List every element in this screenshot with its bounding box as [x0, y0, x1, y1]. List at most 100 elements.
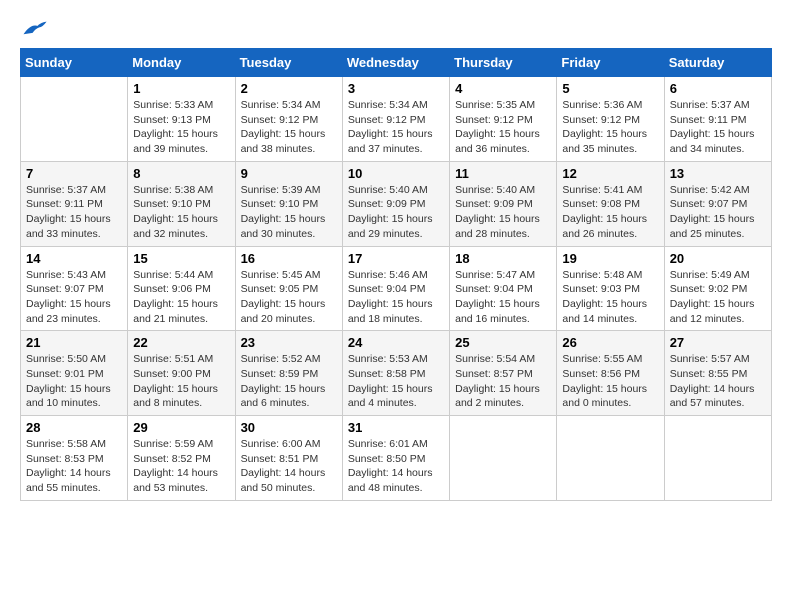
day-number: 15: [133, 251, 229, 266]
calendar-cell: 5 Sunrise: 5:36 AMSunset: 9:12 PMDaylight…: [557, 77, 664, 162]
calendar-cell: 22 Sunrise: 5:51 AMSunset: 9:00 PMDayligh…: [128, 331, 235, 416]
day-info: Sunrise: 5:48 AMSunset: 9:03 PMDaylight:…: [562, 268, 658, 327]
calendar-cell: [557, 416, 664, 501]
calendar-cell: 31 Sunrise: 6:01 AMSunset: 8:50 PMDayligh…: [342, 416, 449, 501]
calendar-cell: [664, 416, 771, 501]
calendar-cell: 8 Sunrise: 5:38 AMSunset: 9:10 PMDaylight…: [128, 161, 235, 246]
day-number: 7: [26, 166, 122, 181]
day-number: 16: [241, 251, 337, 266]
logo-icon: [20, 20, 48, 38]
day-info: Sunrise: 5:44 AMSunset: 9:06 PMDaylight:…: [133, 268, 229, 327]
day-info: Sunrise: 5:37 AMSunset: 9:11 PMDaylight:…: [26, 183, 122, 242]
calendar-cell: 27 Sunrise: 5:57 AMSunset: 8:55 PMDayligh…: [664, 331, 771, 416]
day-header-friday: Friday: [557, 49, 664, 77]
day-number: 21: [26, 335, 122, 350]
calendar-cell: [21, 77, 128, 162]
day-header-tuesday: Tuesday: [235, 49, 342, 77]
calendar-cell: 17 Sunrise: 5:46 AMSunset: 9:04 PMDayligh…: [342, 246, 449, 331]
day-info: Sunrise: 5:40 AMSunset: 9:09 PMDaylight:…: [348, 183, 444, 242]
day-number: 30: [241, 420, 337, 435]
calendar-cell: 24 Sunrise: 5:53 AMSunset: 8:58 PMDayligh…: [342, 331, 449, 416]
day-header-thursday: Thursday: [450, 49, 557, 77]
day-info: Sunrise: 5:40 AMSunset: 9:09 PMDaylight:…: [455, 183, 551, 242]
day-number: 29: [133, 420, 229, 435]
calendar-cell: 21 Sunrise: 5:50 AMSunset: 9:01 PMDayligh…: [21, 331, 128, 416]
day-info: Sunrise: 5:54 AMSunset: 8:57 PMDaylight:…: [455, 352, 551, 411]
week-row-3: 14Sunrise: 5:43 AMSunset: 9:07 PMDayligh…: [21, 246, 772, 331]
day-number: 3: [348, 81, 444, 96]
calendar-cell: 23Sunrise: 5:52 AMSunset: 8:59 PMDayligh…: [235, 331, 342, 416]
day-header-sunday: Sunday: [21, 49, 128, 77]
day-number: 24: [348, 335, 444, 350]
calendar-cell: 18 Sunrise: 5:47 AMSunset: 9:04 PMDayligh…: [450, 246, 557, 331]
day-number: 28: [26, 420, 122, 435]
week-row-2: 7 Sunrise: 5:37 AMSunset: 9:11 PMDaylight…: [21, 161, 772, 246]
calendar-cell: 20 Sunrise: 5:49 AMSunset: 9:02 PMDayligh…: [664, 246, 771, 331]
day-number: 8: [133, 166, 229, 181]
day-number: 22: [133, 335, 229, 350]
calendar-cell: 15 Sunrise: 5:44 AMSunset: 9:06 PMDayligh…: [128, 246, 235, 331]
day-number: 1: [133, 81, 229, 96]
day-info: Sunrise: 5:36 AMSunset: 9:12 PMDaylight:…: [562, 98, 658, 157]
day-info: Sunrise: 5:46 AMSunset: 9:04 PMDaylight:…: [348, 268, 444, 327]
day-info: Sunrise: 5:51 AMSunset: 9:00 PMDaylight:…: [133, 352, 229, 411]
calendar-table: SundayMondayTuesdayWednesdayThursdayFrid…: [20, 48, 772, 501]
day-header-saturday: Saturday: [664, 49, 771, 77]
calendar-cell: 6 Sunrise: 5:37 AMSunset: 9:11 PMDaylight…: [664, 77, 771, 162]
day-number: 9: [241, 166, 337, 181]
day-number: 12: [562, 166, 658, 181]
day-number: 4: [455, 81, 551, 96]
day-info: Sunrise: 5:34 AMSunset: 9:12 PMDaylight:…: [241, 98, 337, 157]
calendar-cell: 25 Sunrise: 5:54 AMSunset: 8:57 PMDayligh…: [450, 331, 557, 416]
day-number: 20: [670, 251, 766, 266]
day-info: Sunrise: 5:41 AMSunset: 9:08 PMDaylight:…: [562, 183, 658, 242]
day-number: 19: [562, 251, 658, 266]
calendar-cell: 11Sunrise: 5:40 AMSunset: 9:09 PMDayligh…: [450, 161, 557, 246]
calendar-cell: 1 Sunrise: 5:33 AMSunset: 9:13 PMDaylight…: [128, 77, 235, 162]
calendar-cell: 10Sunrise: 5:40 AMSunset: 9:09 PMDayligh…: [342, 161, 449, 246]
calendar-cell: 16Sunrise: 5:45 AMSunset: 9:05 PMDayligh…: [235, 246, 342, 331]
calendar-cell: 9Sunrise: 5:39 AMSunset: 9:10 PMDaylight…: [235, 161, 342, 246]
day-number: 13: [670, 166, 766, 181]
day-number: 26: [562, 335, 658, 350]
day-info: Sunrise: 5:35 AMSunset: 9:12 PMDaylight:…: [455, 98, 551, 157]
day-number: 31: [348, 420, 444, 435]
day-info: Sunrise: 5:50 AMSunset: 9:01 PMDaylight:…: [26, 352, 122, 411]
day-number: 5: [562, 81, 658, 96]
day-info: Sunrise: 5:42 AMSunset: 9:07 PMDaylight:…: [670, 183, 766, 242]
day-number: 2: [241, 81, 337, 96]
calendar-cell: 29 Sunrise: 5:59 AMSunset: 8:52 PMDayligh…: [128, 416, 235, 501]
day-info: Sunrise: 5:38 AMSunset: 9:10 PMDaylight:…: [133, 183, 229, 242]
calendar-cell: 7 Sunrise: 5:37 AMSunset: 9:11 PMDaylight…: [21, 161, 128, 246]
day-info: Sunrise: 5:47 AMSunset: 9:04 PMDaylight:…: [455, 268, 551, 327]
calendar-cell: 12 Sunrise: 5:41 AMSunset: 9:08 PMDayligh…: [557, 161, 664, 246]
day-info: Sunrise: 6:00 AMSunset: 8:51 PMDaylight:…: [241, 437, 337, 496]
week-row-4: 21 Sunrise: 5:50 AMSunset: 9:01 PMDayligh…: [21, 331, 772, 416]
day-number: 17: [348, 251, 444, 266]
day-info: Sunrise: 5:59 AMSunset: 8:52 PMDaylight:…: [133, 437, 229, 496]
day-info: Sunrise: 5:57 AMSunset: 8:55 PMDaylight:…: [670, 352, 766, 411]
calendar-cell: 19 Sunrise: 5:48 AMSunset: 9:03 PMDayligh…: [557, 246, 664, 331]
day-number: 6: [670, 81, 766, 96]
day-number: 23: [241, 335, 337, 350]
page-header: [20, 20, 772, 38]
day-number: 25: [455, 335, 551, 350]
day-info: Sunrise: 5:49 AMSunset: 9:02 PMDaylight:…: [670, 268, 766, 327]
calendar-cell: 26Sunrise: 5:55 AMSunset: 8:56 PMDayligh…: [557, 331, 664, 416]
day-info: Sunrise: 6:01 AMSunset: 8:50 PMDaylight:…: [348, 437, 444, 496]
calendar-cell: [450, 416, 557, 501]
day-header-monday: Monday: [128, 49, 235, 77]
calendar-cell: 3 Sunrise: 5:34 AMSunset: 9:12 PMDaylight…: [342, 77, 449, 162]
week-row-5: 28 Sunrise: 5:58 AMSunset: 8:53 PMDayligh…: [21, 416, 772, 501]
day-number: 27: [670, 335, 766, 350]
calendar-cell: 28 Sunrise: 5:58 AMSunset: 8:53 PMDayligh…: [21, 416, 128, 501]
day-info: Sunrise: 5:33 AMSunset: 9:13 PMDaylight:…: [133, 98, 229, 157]
calendar-cell: 13 Sunrise: 5:42 AMSunset: 9:07 PMDayligh…: [664, 161, 771, 246]
day-info: Sunrise: 5:37 AMSunset: 9:11 PMDaylight:…: [670, 98, 766, 157]
calendar-cell: 14Sunrise: 5:43 AMSunset: 9:07 PMDayligh…: [21, 246, 128, 331]
day-info: Sunrise: 5:53 AMSunset: 8:58 PMDaylight:…: [348, 352, 444, 411]
day-info: Sunrise: 5:58 AMSunset: 8:53 PMDaylight:…: [26, 437, 122, 496]
day-number: 18: [455, 251, 551, 266]
calendar-cell: 2 Sunrise: 5:34 AMSunset: 9:12 PMDaylight…: [235, 77, 342, 162]
day-info: Sunrise: 5:34 AMSunset: 9:12 PMDaylight:…: [348, 98, 444, 157]
